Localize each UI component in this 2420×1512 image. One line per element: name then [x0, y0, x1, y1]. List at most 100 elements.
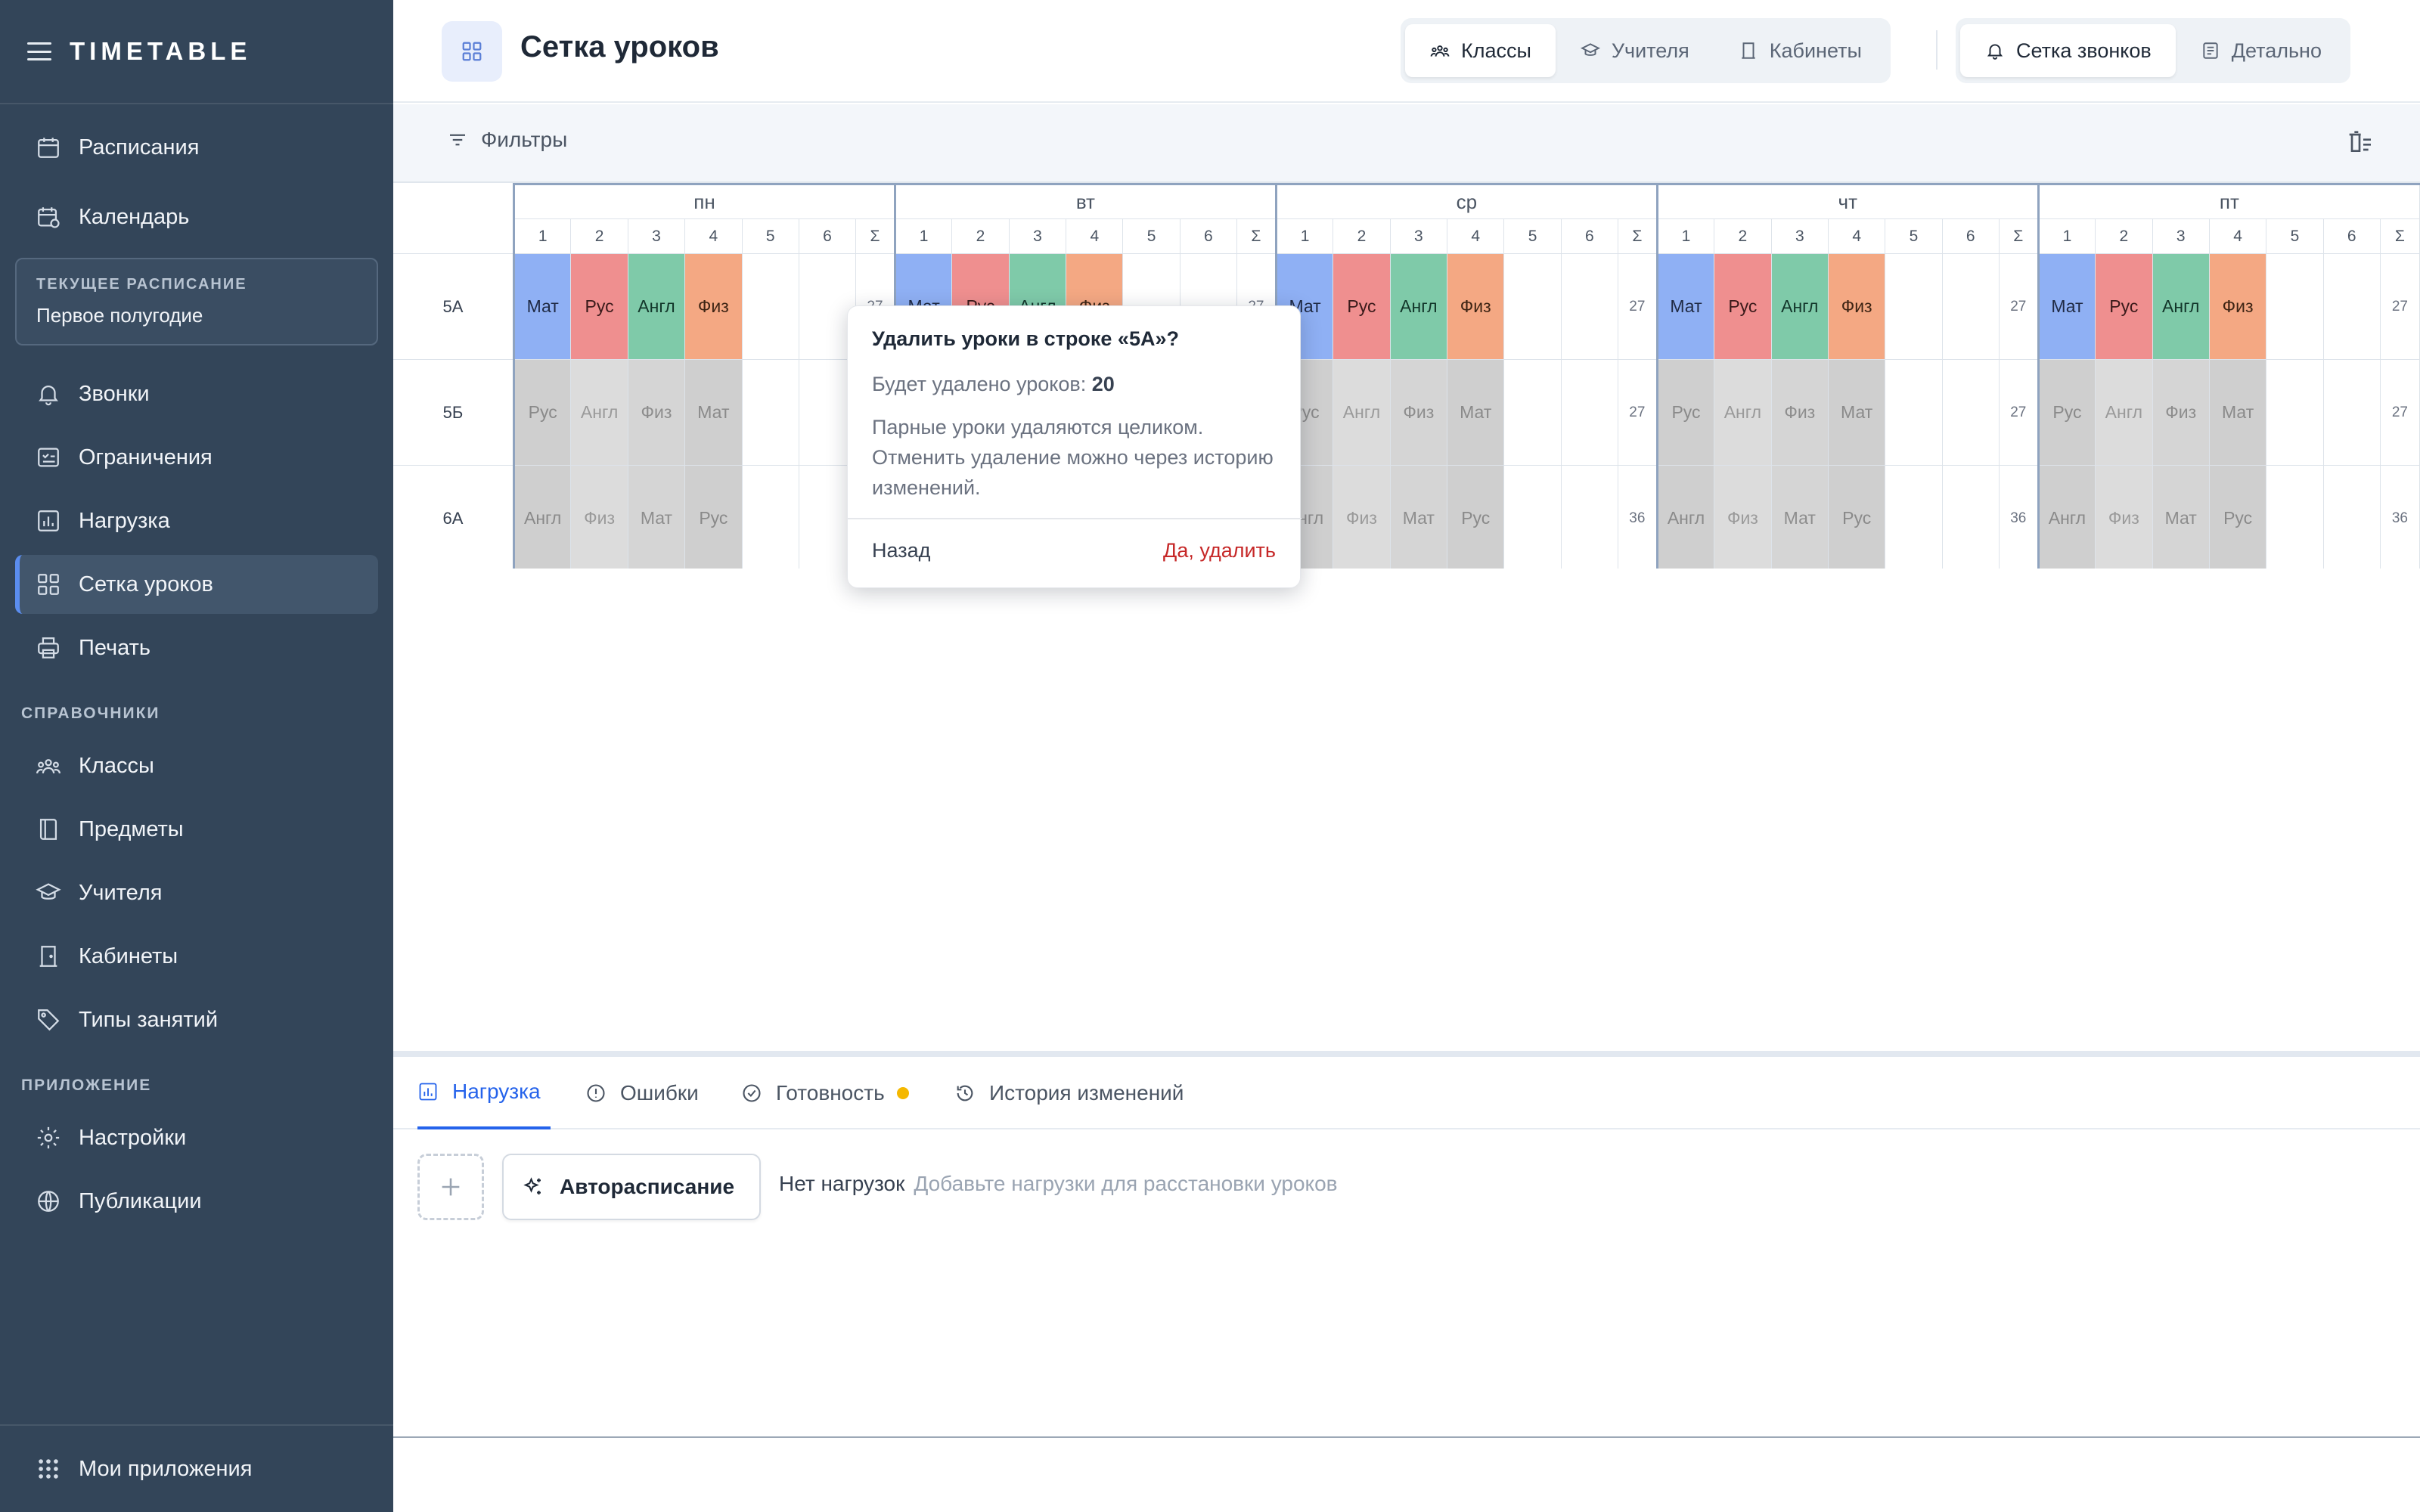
lesson-cell[interactable]: Мат [512, 253, 572, 360]
row-label[interactable]: 6А [393, 465, 514, 569]
lesson-cell[interactable]: Англ [1333, 359, 1391, 466]
add-workload-button[interactable] [417, 1154, 484, 1220]
tab-classes[interactable]: Классы [1405, 24, 1556, 77]
sidebar-item-lesson-grid[interactable]: Сетка уроков [15, 555, 378, 614]
lesson-cell[interactable]: Рус [570, 253, 628, 360]
sidebar-item-classes[interactable]: Классы [15, 736, 378, 795]
empty-cell[interactable] [1941, 253, 2000, 360]
tab-history[interactable]: История изменений [954, 1057, 1184, 1129]
lesson-cell[interactable]: Рус [512, 359, 572, 466]
lesson-cell[interactable]: Англ [512, 465, 572, 569]
row-label[interactable]: 5А [393, 253, 514, 360]
empty-cell[interactable] [2266, 465, 2324, 569]
menu-icon[interactable] [27, 42, 51, 60]
tab-readiness[interactable]: Готовность [741, 1057, 909, 1129]
sidebar-item-constraints[interactable]: Ограничения [15, 428, 378, 487]
lesson-cell[interactable]: Физ [2208, 253, 2267, 360]
sidebar-item-teachers[interactable]: Учителя [15, 863, 378, 922]
empty-cell[interactable] [2322, 253, 2381, 360]
sidebar-item-lesson-types[interactable]: Типы занятий [15, 990, 378, 1049]
tab-detailed[interactable]: Детально [2176, 24, 2346, 77]
lesson-cell[interactable]: Физ [1333, 465, 1391, 569]
lesson-cell[interactable]: Физ [2152, 359, 2210, 466]
empty-cell[interactable] [1885, 359, 1943, 466]
sidebar-item-calendar[interactable]: Календарь [15, 187, 378, 246]
empty-cell[interactable] [1885, 465, 1943, 569]
lesson-cell[interactable]: Физ [570, 465, 628, 569]
tab-teachers[interactable]: Учителя [1556, 24, 1714, 77]
lesson-cell[interactable]: Физ [627, 359, 686, 466]
lesson-cell[interactable]: Англ [1389, 253, 1448, 360]
sidebar-item-schedules[interactable]: Расписания [15, 118, 378, 177]
lesson-cell[interactable]: Физ [1827, 253, 1886, 360]
row-label[interactable]: 5Б [393, 359, 514, 466]
tab-errors[interactable]: Ошибки [585, 1057, 699, 1129]
current-schedule-selector[interactable]: ТЕКУЩЕЕ РАСПИСАНИЕ Первое полугодие [15, 258, 378, 345]
lesson-cell[interactable]: Рус [1714, 253, 1772, 360]
sidebar-item-workload[interactable]: Нагрузка [15, 491, 378, 550]
lesson-cell[interactable]: Рус [684, 465, 743, 569]
lesson-cell[interactable]: Физ [1714, 465, 1772, 569]
lesson-cell[interactable]: Англ [2152, 253, 2210, 360]
sidebar-item-bells[interactable]: Звонки [15, 364, 378, 423]
tab-rooms[interactable]: Кабинеты [1714, 24, 1886, 77]
empty-cell[interactable] [2322, 359, 2381, 466]
sidebar-item-settings[interactable]: Настройки [15, 1108, 378, 1167]
lesson-cell[interactable]: Мат [627, 465, 686, 569]
empty-cell[interactable] [1560, 253, 1618, 360]
tab-bell-grid[interactable]: Сетка звонков [1960, 24, 2176, 77]
lesson-cell[interactable]: Мат [684, 359, 743, 466]
lesson-cell[interactable]: Англ [627, 253, 686, 360]
empty-cell[interactable] [1503, 465, 1562, 569]
empty-cell[interactable] [1503, 253, 1562, 360]
empty-cell[interactable] [741, 359, 799, 466]
lesson-cell[interactable]: Англ [570, 359, 628, 466]
lesson-cell[interactable]: Рус [2208, 465, 2267, 569]
empty-cell[interactable] [1941, 359, 2000, 466]
sidebar-item-rooms[interactable]: Кабинеты [15, 927, 378, 986]
lesson-cell[interactable]: Физ [1770, 359, 1829, 466]
filters-button[interactable]: Фильтры [446, 127, 567, 153]
my-apps-button[interactable]: Мои приложения [15, 1439, 378, 1498]
lesson-cell[interactable]: Рус [2037, 359, 2096, 466]
empty-cell[interactable] [2266, 253, 2324, 360]
empty-cell[interactable] [1885, 253, 1943, 360]
lesson-cell[interactable]: Физ [1447, 253, 1505, 360]
sidebar-item-publications[interactable]: Публикации [15, 1172, 378, 1231]
empty-cell[interactable] [2266, 359, 2324, 466]
lesson-cell[interactable]: Мат [2152, 465, 2210, 569]
lesson-cell[interactable]: Мат [2208, 359, 2267, 466]
empty-cell[interactable] [1941, 465, 2000, 569]
empty-cell[interactable] [1560, 359, 1618, 466]
lesson-cell[interactable]: Физ [2095, 465, 2153, 569]
lesson-cell[interactable]: Мат [1827, 359, 1886, 466]
lesson-cell[interactable]: Рус [1447, 465, 1505, 569]
empty-cell[interactable] [741, 253, 799, 360]
lesson-cell[interactable]: Рус [1827, 465, 1886, 569]
clear-schedule-icon[interactable] [2344, 127, 2378, 160]
lesson-cell[interactable]: Англ [1655, 465, 1715, 569]
sidebar-item-print[interactable]: Печать [15, 618, 378, 677]
lesson-cell[interactable]: Англ [2095, 359, 2153, 466]
lesson-cell[interactable]: Мат [1447, 359, 1505, 466]
empty-cell[interactable] [1503, 359, 1562, 466]
lesson-cell[interactable]: Англ [2037, 465, 2096, 569]
empty-cell[interactable] [2322, 465, 2381, 569]
lesson-cell[interactable]: Мат [1655, 253, 1715, 360]
lesson-cell[interactable]: Мат [1770, 465, 1829, 569]
lesson-cell[interactable]: Мат [1389, 465, 1448, 569]
lesson-cell[interactable]: Англ [1770, 253, 1829, 360]
lesson-cell[interactable]: Рус [2095, 253, 2153, 360]
lesson-cell[interactable]: Физ [684, 253, 743, 360]
sidebar-item-subjects[interactable]: Предметы [15, 800, 378, 859]
tab-workload[interactable]: Нагрузка [417, 1057, 551, 1129]
empty-cell[interactable] [741, 465, 799, 569]
confirm-delete-button[interactable]: Да, удалить [1163, 539, 1276, 562]
lesson-cell[interactable]: Англ [1714, 359, 1772, 466]
lesson-cell[interactable]: Рус [1333, 253, 1391, 360]
lesson-cell[interactable]: Физ [1389, 359, 1448, 466]
lesson-cell[interactable]: Мат [2037, 253, 2096, 360]
lesson-cell[interactable]: Рус [1655, 359, 1715, 466]
auto-schedule-button[interactable]: Авторасписание [502, 1154, 761, 1220]
empty-cell[interactable] [1560, 465, 1618, 569]
